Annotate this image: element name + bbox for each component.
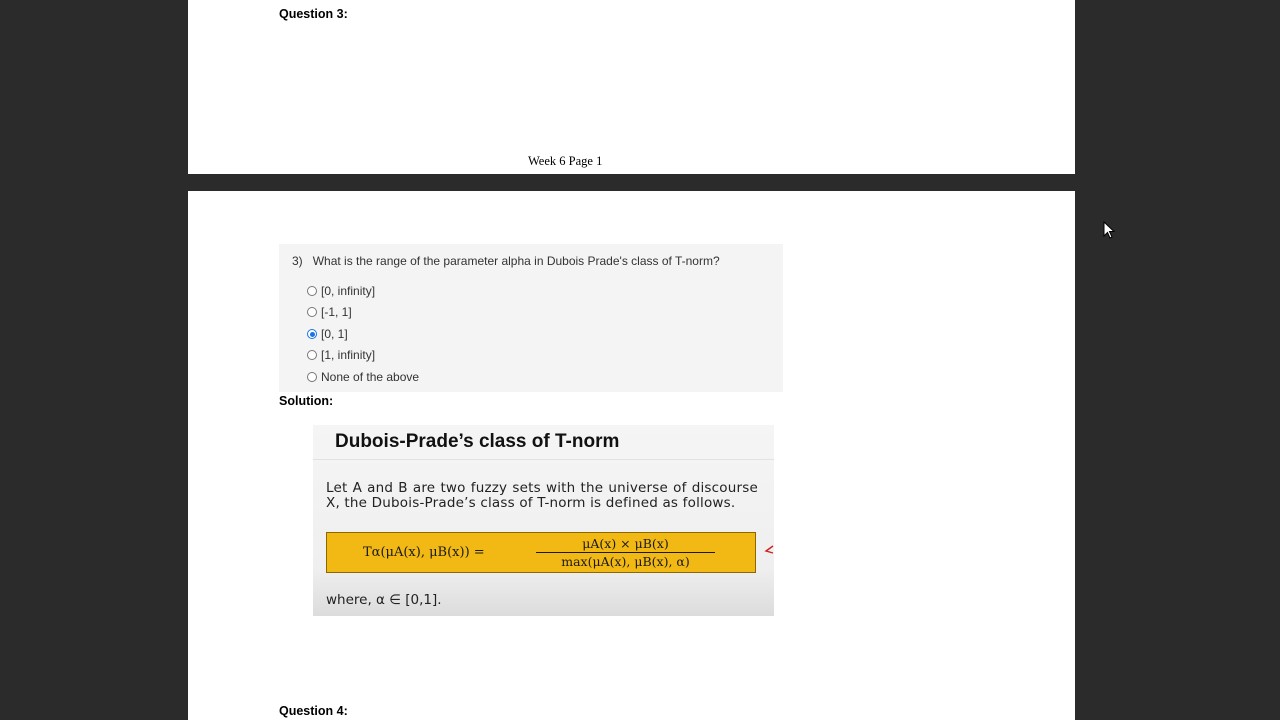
option-label: [1, infinity] — [321, 348, 376, 362]
slide-body-text: Let A and B are two fuzzy sets with the … — [326, 480, 758, 511]
option-label: [-1, 1] — [321, 305, 352, 319]
option-none[interactable]: None of the above — [307, 370, 419, 384]
formula-fraction: μA(x) × μB(x) max(μA(x), μB(x), α) — [534, 536, 717, 569]
radio-icon[interactable] — [307, 350, 317, 360]
document-page-2: 3) What is the range of the parameter al… — [188, 191, 1075, 720]
option-0-infinity[interactable]: [0, infinity] — [307, 284, 375, 298]
document-page-1: Question 3: Week 6 Page 1 — [188, 0, 1075, 174]
slide-where-clause: where, α ∈ [0,1]. — [326, 592, 442, 608]
solution-slide-image: Dubois-Prade’s class of T-norm Let A and… — [313, 425, 774, 616]
option-label: None of the above — [321, 370, 420, 384]
solution-label: Solution: — [279, 394, 334, 408]
formula-highlight: Tα(μA(x), μB(x)) = μA(x) × μB(x) max(μA(… — [326, 532, 756, 573]
page-footer: Week 6 Page 1 — [528, 154, 603, 168]
mouse-cursor-icon — [1103, 221, 1116, 239]
option-label: [0, infinity] — [321, 284, 376, 298]
option-0-1[interactable]: [0, 1] — [307, 327, 348, 341]
option-minus1-1[interactable]: [-1, 1] — [307, 305, 352, 319]
question-4-heading: Question 4: — [279, 704, 348, 718]
slide-divider — [313, 459, 774, 460]
question-card: 3) What is the range of the parameter al… — [279, 244, 783, 392]
radio-icon[interactable] — [307, 286, 317, 296]
formula-numerator: μA(x) × μB(x) — [582, 536, 669, 551]
question-3-heading: Question 3: — [279, 7, 348, 21]
question-text: 3) What is the range of the parameter al… — [292, 254, 720, 268]
question-number: 3) — [292, 254, 303, 268]
slide-title: Dubois-Prade’s class of T-norm — [335, 431, 620, 452]
option-label: [0, 1] — [321, 327, 348, 341]
question-prompt: What is the range of the parameter alpha… — [312, 254, 720, 268]
radio-icon[interactable] — [307, 307, 317, 317]
radio-selected-icon[interactable] — [307, 329, 317, 339]
radio-icon[interactable] — [307, 372, 317, 382]
formula-lhs: Tα(μA(x), μB(x)) = — [363, 545, 485, 560]
formula-denominator: max(μA(x), μB(x), α) — [561, 554, 690, 569]
pen-annotation-icon — [764, 545, 774, 554]
option-1-infinity[interactable]: [1, infinity] — [307, 348, 375, 362]
